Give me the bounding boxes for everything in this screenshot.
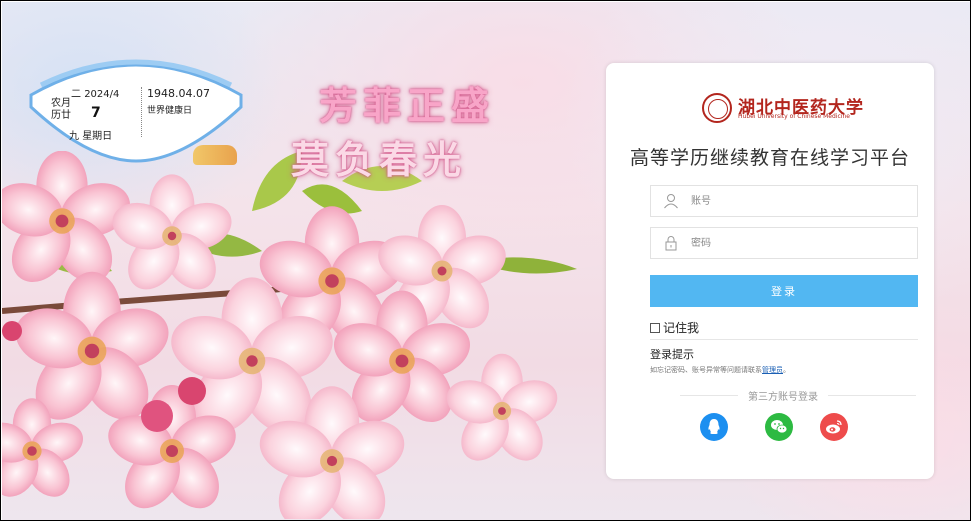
lunar-char: 九 — [69, 131, 79, 142]
password-input[interactable] — [691, 228, 917, 258]
university-name-en: Hubei University of Chinese Medicine — [738, 113, 850, 120]
cherry-blossom-illustration — [2, 151, 577, 519]
login-button[interactable]: 登录 — [650, 275, 918, 307]
calendar-divider — [141, 87, 142, 137]
calendar-widget: 二 2024/4 农月 历廿 7 九 星期日 1948.04.07 世界健康日 — [23, 49, 249, 167]
calendar-day: 7 — [91, 105, 101, 121]
lunar-char: 月 — [61, 98, 71, 109]
university-logo: 湖北中医药大学 Hubei University of Chinese Medi… — [702, 93, 863, 123]
calendar-decoration — [193, 145, 237, 165]
login-panel: 湖北中医药大学 Hubei University of Chinese Medi… — [606, 63, 934, 479]
qq-login-button[interactable] — [700, 413, 728, 441]
calendar-date: 2024/4 — [84, 89, 120, 100]
qq-icon — [708, 419, 720, 434]
remember-me-checkbox[interactable]: 记住我 — [650, 319, 699, 336]
platform-title: 高等学历继续教育在线学习平台 — [629, 147, 910, 169]
calendar-weekday: 星期日 — [82, 131, 113, 142]
lunar-char: 廿 — [61, 110, 71, 121]
account-input[interactable] — [691, 186, 917, 216]
account-field[interactable] — [650, 185, 918, 217]
login-hint-title: 登录提示 — [650, 348, 694, 361]
divider — [680, 395, 738, 396]
hint-text-body: 如忘记密码、账号异常等问题请联系 — [650, 366, 762, 374]
university-seal-icon — [702, 93, 732, 123]
checkbox-icon[interactable] — [650, 322, 660, 333]
admin-link[interactable]: 管理员 — [762, 366, 783, 374]
calendar-event: 世界健康日 — [147, 106, 193, 116]
password-field[interactable] — [650, 227, 918, 259]
lunar-char: 历 — [51, 110, 61, 121]
user-icon — [651, 186, 691, 216]
divider — [828, 395, 916, 396]
wechat-icon — [771, 420, 788, 434]
login-hint-text: 如忘记密码、账号异常等问题请联系管理员。 — [650, 365, 790, 375]
wechat-login-button[interactable] — [765, 413, 793, 441]
divider — [650, 339, 918, 340]
hint-text-end: 。 — [783, 366, 790, 374]
remember-me-label: 记住我 — [663, 321, 700, 335]
calendar-lunar: 农月 历廿 — [51, 98, 73, 122]
lunar-char: 农 — [51, 98, 61, 109]
weibo-login-button[interactable] — [820, 413, 848, 441]
slogan-line-2: 莫负春光 — [291, 137, 468, 182]
login-page: 二 2024/4 农月 历廿 7 九 星期日 1948.04.07 世界健康日 … — [0, 0, 971, 521]
slogan-line-1: 芳菲正盛 — [319, 83, 496, 128]
calendar-event-date: 1948.04.07 — [147, 87, 210, 100]
third-party-login-title: 第三方账号登录 — [748, 392, 818, 403]
weibo-icon — [826, 420, 842, 434]
lock-icon — [651, 228, 691, 258]
